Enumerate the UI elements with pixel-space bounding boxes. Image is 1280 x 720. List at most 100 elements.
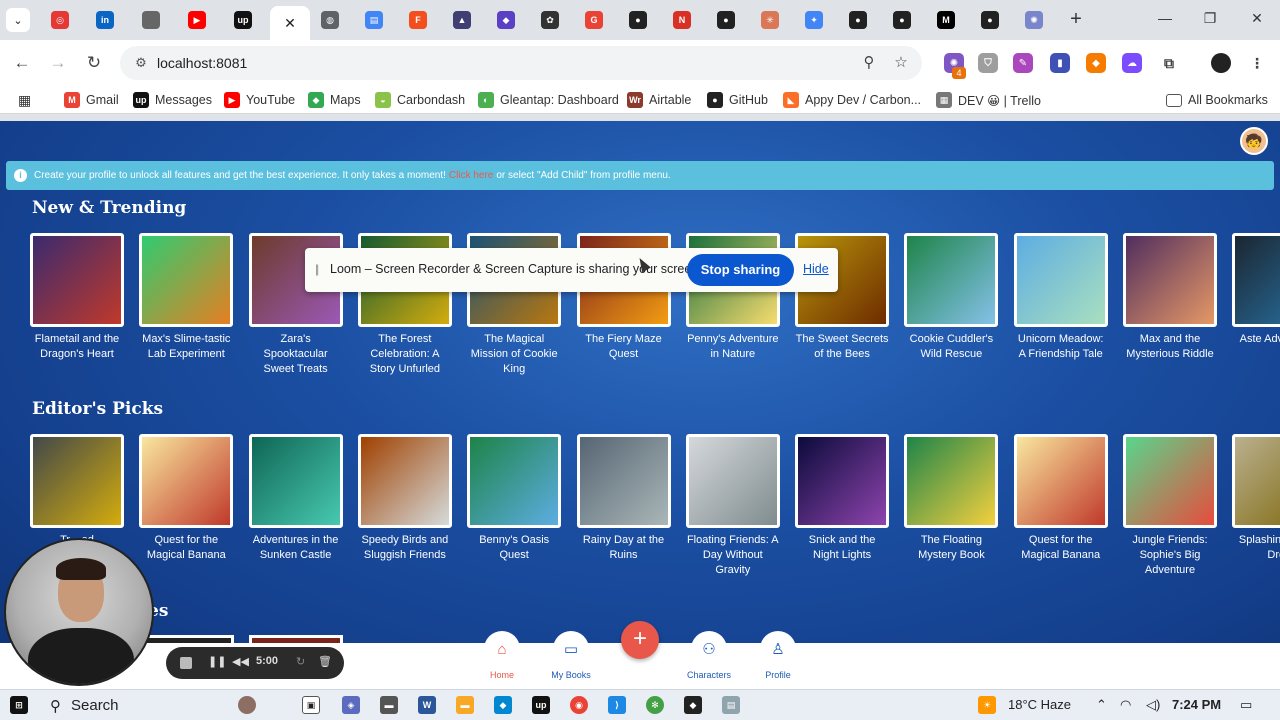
book-title[interactable]: The Sweet Secrets of the Bees: [795, 332, 889, 362]
banner-link[interactable]: Click here: [449, 170, 493, 181]
nav-characters[interactable]: ⚇ Characters: [683, 631, 735, 687]
book-title[interactable]: Quest for the Magical Banana: [139, 533, 233, 563]
tab-github-3[interactable]: ●: [849, 11, 867, 29]
book-title[interactable]: The Forest Celebration: A Story Unfurled: [358, 332, 452, 377]
apps-grid-icon[interactable]: ▦: [18, 91, 31, 109]
cloud-icon[interactable]: ☁: [1122, 53, 1142, 73]
weather-text[interactable]: 18°C Haze: [1008, 697, 1071, 712]
trash-icon[interactable]: 🗑: [318, 655, 332, 668]
tab-search-menu-button[interactable]: ⌄: [6, 8, 30, 32]
tab-figma[interactable]: F: [409, 11, 427, 29]
bookmark-item[interactable]: Wr Airtable: [627, 91, 691, 109]
tab-github-2[interactable]: ●: [717, 11, 735, 29]
book-title[interactable]: Rainy Day at the Ruins: [577, 533, 671, 563]
book-cover-image[interactable]: [1232, 434, 1280, 528]
tab-red[interactable]: N: [673, 11, 691, 29]
book-cover-image[interactable]: [904, 434, 999, 528]
profile-avatar[interactable]: [1211, 53, 1231, 73]
book-title[interactable]: Max and the Mysterious Riddle: [1123, 332, 1217, 362]
bookmark-item[interactable]: ▦ DEV 😀 | Trello: [936, 91, 1041, 109]
book-card[interactable]: Quest for the Magical Banana: [1013, 434, 1108, 563]
loom-webcam-bubble[interactable]: [4, 538, 154, 686]
book-card[interactable]: Cookie Cuddler's Wild Rescue: [904, 233, 999, 362]
rewind-icon[interactable]: ◀◀: [232, 655, 249, 668]
new-tab-button[interactable]: +: [1066, 9, 1086, 29]
site-info-icon[interactable]: ⚙: [132, 54, 150, 72]
book-title[interactable]: The Magical Mission of Cookie King: [467, 332, 561, 377]
book-title[interactable]: Penny's Adventure in Nature: [686, 332, 780, 362]
restore-button[interactable]: ❐: [1200, 10, 1220, 27]
nav-my-books[interactable]: ▭ My Books: [545, 631, 597, 687]
book-cover-image[interactable]: [30, 434, 124, 528]
bookmark-item[interactable]: ◆ Maps: [308, 91, 361, 109]
book-title[interactable]: Unicorn Meadow: A Friendship Tale: [1014, 332, 1108, 362]
restart-icon[interactable]: ↻: [296, 655, 305, 668]
book-cover-image[interactable]: [1013, 233, 1108, 327]
book-cover-image[interactable]: [1013, 434, 1108, 528]
wifi-icon[interactable]: ◠: [1120, 697, 1131, 713]
book-cover-image[interactable]: [248, 434, 343, 528]
book-card[interactable]: Floating Friends: A Day Without Gravity: [685, 434, 780, 578]
minimize-button[interactable]: —: [1155, 10, 1175, 26]
tab-github-5[interactable]: ●: [981, 11, 999, 29]
copilot-icon[interactable]: ◈: [342, 696, 360, 714]
book-cover-image[interactable]: [30, 233, 124, 327]
book-cover-image[interactable]: [357, 434, 452, 528]
tab-settings[interactable]: ✺: [1025, 11, 1043, 29]
book-card[interactable]: Benny's Oasis Quest: [467, 434, 562, 563]
book-title[interactable]: Aste Adventu Ta: [1232, 332, 1280, 347]
chrome-icon[interactable]: ◉: [570, 696, 588, 714]
book-card[interactable]: Adventures in the Sunken Castle: [248, 434, 343, 563]
book-cover-image[interactable]: [795, 434, 890, 528]
tab-upwork[interactable]: up: [234, 11, 252, 29]
book-cover-image[interactable]: [139, 434, 234, 528]
metamask-icon[interactable]: ◆: [1086, 53, 1106, 73]
book-title[interactable]: Splashin and Ho Drea: [1232, 533, 1280, 563]
book-card[interactable]: Max and the Mysterious Riddle: [1123, 233, 1217, 362]
book-title[interactable]: Jungle Friends: Sophie's Big Adventure: [1123, 533, 1217, 578]
all-bookmarks[interactable]: All Bookmarks: [1166, 91, 1268, 109]
bookmark-item[interactable]: ◐ Gleantap: Dashboard: [478, 91, 619, 109]
book-card[interactable]: The Floating Mystery Book: [904, 434, 999, 563]
book-title[interactable]: Benny's Oasis Quest: [467, 533, 561, 563]
book-card[interactable]: Aste Adventu Ta: [1232, 233, 1280, 347]
shield-icon[interactable]: ⛉: [978, 53, 998, 73]
book-title[interactable]: Floating Friends: A Day Without Gravity: [686, 533, 780, 578]
book-card[interactable]: Tr... ed: [30, 434, 124, 548]
book-card[interactable]: Flametail and the Dragon's Heart: [30, 233, 124, 362]
tab-gemini[interactable]: ✦: [805, 11, 823, 29]
bookmark-item[interactable]: ◒ Carbondash: [375, 91, 465, 109]
user-avatar[interactable]: 🧒: [1240, 127, 1268, 155]
bookmark-item[interactable]: up Messages: [133, 91, 212, 109]
drag-handle-icon[interactable]: ||: [315, 262, 319, 276]
url-text[interactable]: localhost:8081: [157, 55, 247, 71]
window-close-button[interactable]: ✕: [1247, 10, 1267, 27]
book-cover-image[interactable]: [576, 434, 671, 528]
book-card[interactable]: Speedy Birds and Sluggish Friends: [357, 434, 452, 563]
tab-active[interactable]: ✕: [270, 6, 310, 40]
forward-button[interactable]: →: [47, 52, 69, 74]
word-icon[interactable]: W: [418, 696, 436, 714]
notepad-icon[interactable]: ▤: [722, 696, 740, 714]
vscode-icon[interactable]: ⟩: [608, 696, 626, 714]
app-dark-icon[interactable]: ◆: [684, 696, 702, 714]
book-card[interactable]: Jungle Friends: Sophie's Big Adventure: [1123, 434, 1217, 578]
add-story-button[interactable]: +: [621, 621, 659, 659]
bookmark-star-icon[interactable]: ☆: [892, 54, 910, 72]
tab-claude[interactable]: ✳: [761, 11, 779, 29]
tab-globe[interactable]: ◍: [321, 11, 339, 29]
book-cover-image[interactable]: [685, 434, 780, 528]
book-title[interactable]: Speedy Birds and Sluggish Friends: [358, 533, 452, 563]
stop-recording-icon[interactable]: [180, 657, 192, 669]
slack-icon[interactable]: ✻: [646, 696, 664, 714]
windows-start-icon[interactable]: ⊞: [10, 696, 28, 714]
bookmark-item[interactable]: ▶ YouTube: [224, 91, 295, 109]
tab-linkedin[interactable]: in: [96, 11, 114, 29]
book-cover-image[interactable]: [467, 434, 562, 528]
more-menu-icon[interactable]: ⋮: [1247, 53, 1267, 73]
zoom-icon[interactable]: ⚲: [860, 54, 878, 72]
address-bar[interactable]: ⚙ localhost:8081 ⚲ ☆: [120, 46, 922, 80]
tab-github-4[interactable]: ●: [893, 11, 911, 29]
weather-icon[interactable]: ☀: [978, 696, 996, 714]
tab-google[interactable]: G: [585, 11, 603, 29]
